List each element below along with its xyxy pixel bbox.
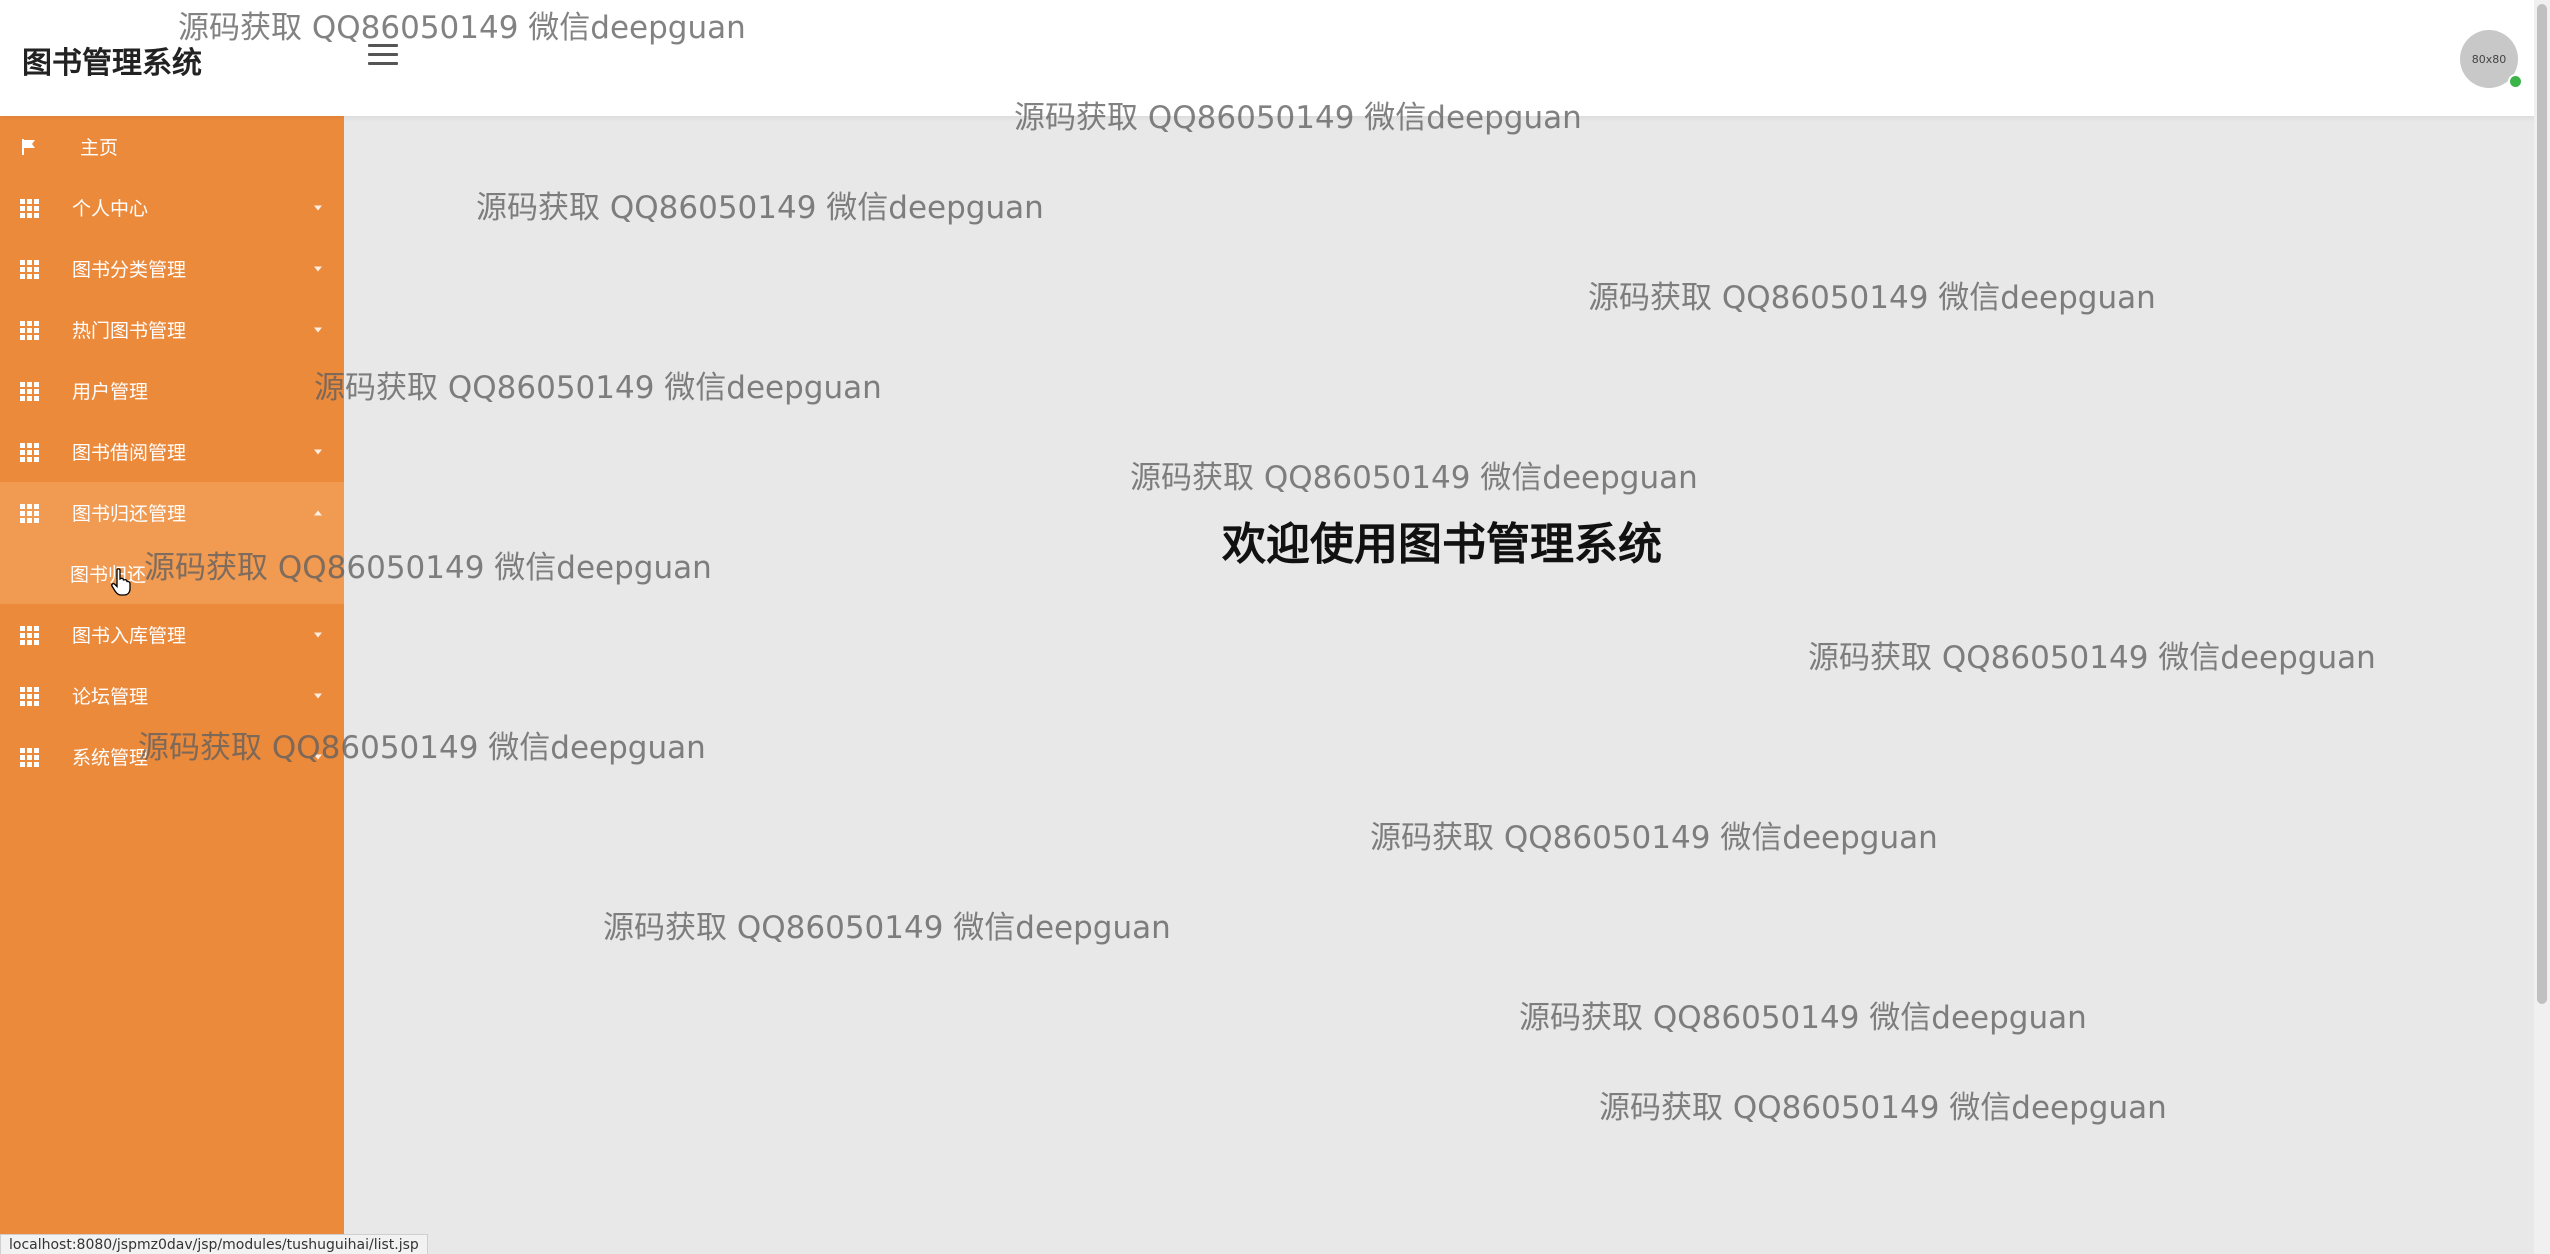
sidebar-item-label: 用户管理 [72, 381, 149, 403]
sidebar-item-label: 论坛管理 [72, 686, 149, 708]
sidebar-item-label: 图书分类管理 [72, 259, 187, 281]
welcome-heading: 欢迎使用图书管理系统 [1222, 519, 1662, 570]
chevron-down-icon [314, 205, 322, 210]
grid-icon [20, 442, 39, 462]
grid-icon [20, 503, 39, 523]
hand-cursor-icon [110, 568, 132, 600]
grid-icon [20, 747, 39, 767]
sidebar-item-label: 个人中心 [72, 198, 149, 220]
grid-icon [20, 259, 39, 279]
hamburger-menu-icon[interactable] [368, 44, 398, 70]
sidebar-item-warehousing[interactable]: 图书入库管理 [0, 604, 344, 665]
sidebar-item-label: 热门图书管理 [72, 320, 187, 342]
sidebar-item-users[interactable]: 用户管理 [0, 360, 344, 421]
sidebar-item-forum[interactable]: 论坛管理 [0, 665, 344, 726]
sidebar-menu: 主页 个人中心 图书分类管理 热门图书管理 用户管理 图书借阅管理 图书归还管理… [0, 116, 344, 787]
chevron-down-icon [314, 266, 322, 271]
grid-icon [20, 381, 39, 401]
vertical-scrollbar[interactable] [2534, 0, 2550, 1254]
flag-icon [20, 138, 38, 156]
sidebar-item-hot-books[interactable]: 热门图书管理 [0, 299, 344, 360]
grid-icon [20, 625, 39, 645]
sidebar-item-label: 图书归还管理 [72, 503, 187, 525]
sidebar-subitem-book-return[interactable]: 图书归还 [0, 543, 344, 604]
scrollbar-thumb[interactable] [2537, 4, 2547, 1004]
page: 图书管理系统 80x80 主页 个人中心 图书分类管理 热门图书管理 用户管理 … [0, 0, 2550, 1254]
chevron-down-icon [314, 327, 322, 332]
chevron-down-icon [314, 693, 322, 698]
sidebar: 主页 个人中心 图书分类管理 热门图书管理 用户管理 图书借阅管理 图书归还管理… [0, 116, 344, 1254]
sidebar-item-label: 主页 [80, 137, 119, 159]
grid-icon [20, 320, 39, 340]
sidebar-item-label: 图书入库管理 [72, 625, 187, 647]
sidebar-subitem-label: 图书归还 [70, 564, 147, 586]
sidebar-item-label: 系统管理 [72, 747, 149, 769]
sidebar-item-personal-center[interactable]: 个人中心 [0, 177, 344, 238]
chevron-down-icon [314, 449, 322, 454]
chevron-down-icon [314, 632, 322, 637]
sidebar-item-label: 图书借阅管理 [72, 442, 187, 464]
grid-icon [20, 686, 39, 706]
chevron-up-icon [314, 510, 322, 515]
online-status-dot [2508, 74, 2523, 89]
app-title: 图书管理系统 [22, 46, 202, 81]
top-header: 图书管理系统 80x80 [0, 0, 2550, 116]
main-content: 欢迎使用图书管理系统 [344, 116, 2550, 1254]
sidebar-item-borrowing[interactable]: 图书借阅管理 [0, 421, 344, 482]
sidebar-item-book-category[interactable]: 图书分类管理 [0, 238, 344, 299]
sidebar-item-system[interactable]: 系统管理 [0, 726, 344, 787]
sidebar-item-returns[interactable]: 图书归还管理 [0, 482, 344, 543]
grid-icon [20, 198, 39, 218]
sidebar-item-home[interactable]: 主页 [0, 116, 344, 177]
status-bar-url: localhost:8080/jspmz0dav/jsp/modules/tus… [0, 1234, 428, 1254]
chevron-down-icon [314, 754, 322, 759]
